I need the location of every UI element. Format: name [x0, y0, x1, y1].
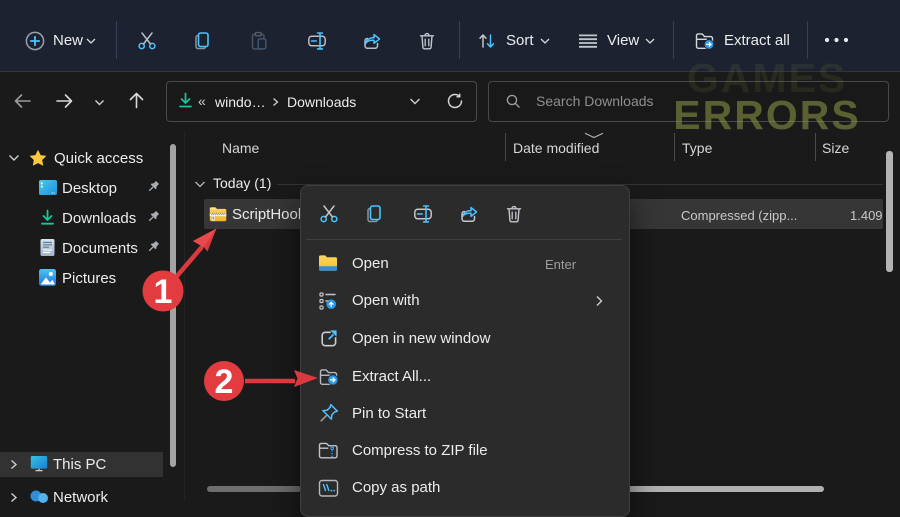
svg-text:1: 1 — [154, 273, 173, 311]
svg-text:2: 2 — [215, 363, 234, 401]
